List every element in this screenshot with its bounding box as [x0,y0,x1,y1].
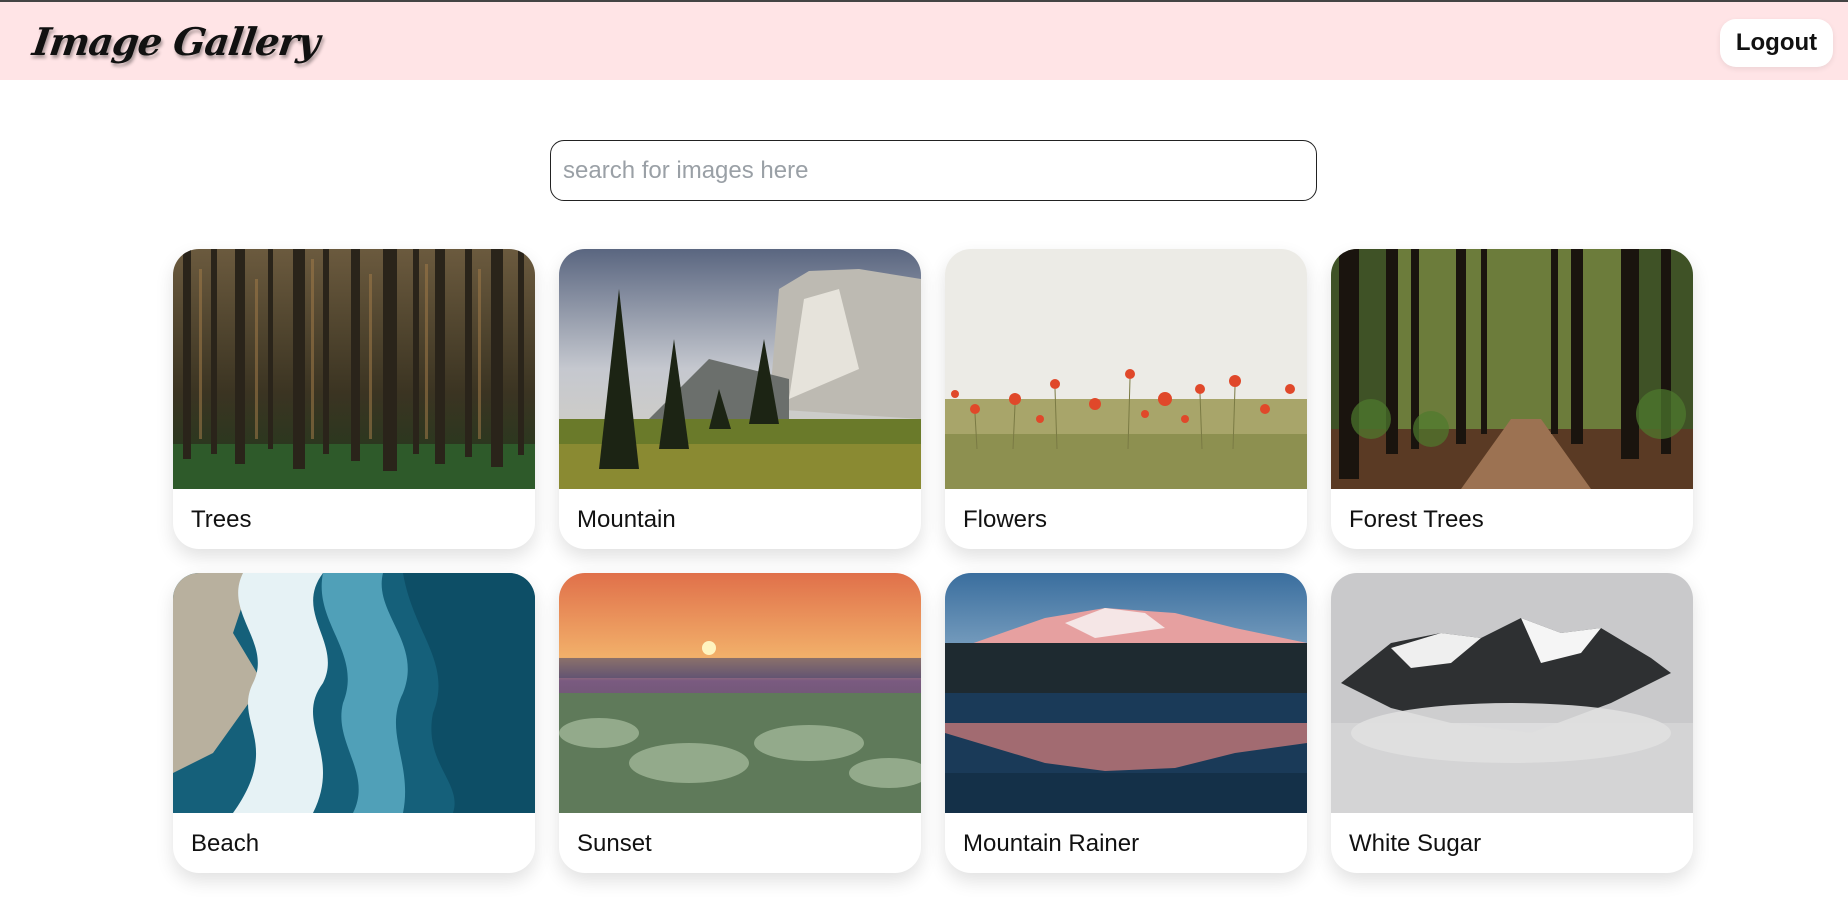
flowers-image [945,249,1307,489]
card-label: White Sugar [1349,830,1482,857]
white-sugar-image [1331,573,1693,813]
sunset-image [559,573,921,813]
image-card-sunset[interactable]: Sunset [559,573,921,873]
navbar: Image Gallery Logout [0,0,1848,80]
app-logo[interactable]: Image Gallery [29,17,322,67]
card-label: Flowers [963,506,1048,533]
image-card-forest-trees[interactable]: Forest Trees [1331,249,1693,549]
image-gallery: Trees Mountain Flowers Forest Trees Beac… [173,249,1693,873]
image-card-beach[interactable]: Beach [173,573,535,873]
logout-button[interactable]: Logout [1720,19,1833,67]
mountain-rainer-image [945,573,1307,813]
card-label: Beach [191,830,260,857]
beach-image [173,573,535,813]
card-label: Trees [191,506,252,533]
search-input[interactable] [550,140,1317,201]
image-card-mountain[interactable]: Mountain [559,249,921,549]
card-label: Mountain Rainer [963,830,1140,857]
image-card-flowers[interactable]: Flowers [945,249,1307,549]
image-card-trees[interactable]: Trees [173,249,535,549]
card-label: Forest Trees [1349,506,1484,533]
image-card-mountain-rainer[interactable]: Mountain Rainer [945,573,1307,873]
card-label: Sunset [577,830,652,857]
mountain-image [559,249,921,489]
forest-trees-image [1331,249,1693,489]
image-card-white-sugar[interactable]: White Sugar [1331,573,1693,873]
card-label: Mountain [577,506,676,533]
trees-image [173,249,535,489]
